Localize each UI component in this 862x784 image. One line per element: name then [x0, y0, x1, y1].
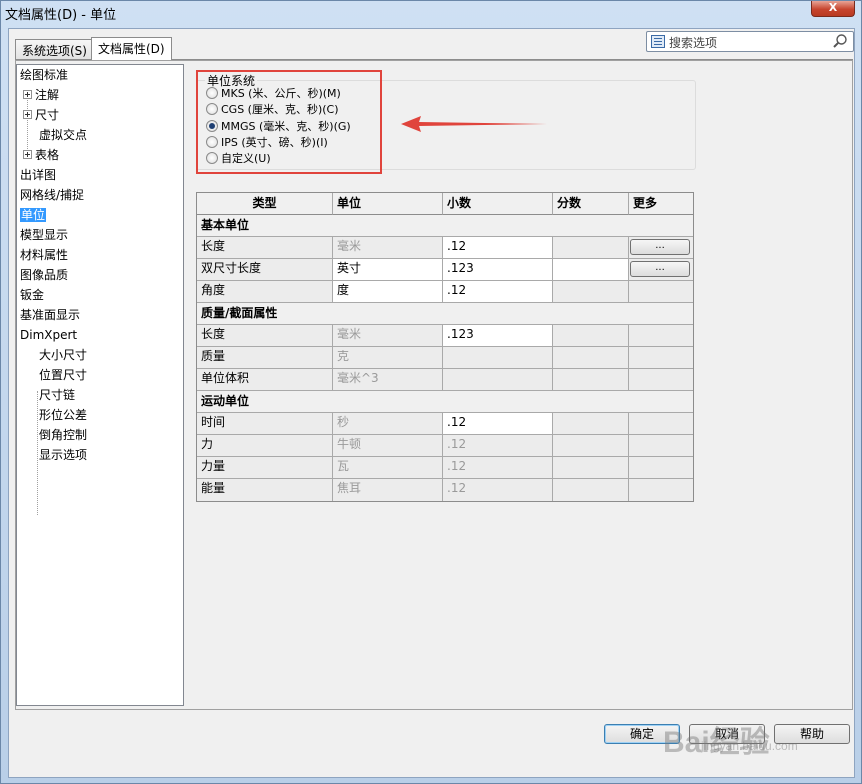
search-box[interactable]: 搜索选项 — [646, 31, 854, 52]
tree-item-chain-dimension[interactable]: 尺寸链 — [39, 387, 75, 404]
unit-cell: 毫米^3 — [333, 369, 443, 391]
row-type: 单位体积 — [197, 369, 333, 391]
annotation-highlight-box — [196, 70, 382, 174]
tree-line — [37, 391, 38, 515]
expand-icon[interactable] — [23, 110, 32, 119]
dialog-client: 系统选项(S) 文档属性(D) 搜索选项 绘图标准 注解 尺寸 虚拟交点 表格 … — [8, 28, 855, 778]
decimal-cell[interactable]: .12 — [443, 413, 553, 435]
row-type: 双尺寸长度 — [197, 259, 333, 281]
unit-cell: 克 — [333, 347, 443, 369]
decimal-cell: .12 — [443, 479, 553, 501]
fraction-cell — [553, 413, 629, 435]
row-type: 能量 — [197, 479, 333, 501]
window-title: 文档属性(D) - 单位 — [5, 8, 117, 23]
decimal-cell: .12 — [443, 457, 553, 479]
tree-item-material-properties[interactable]: 材料属性 — [20, 247, 68, 264]
baidu-watermark: Bai经验 jingyan.baidu.com — [663, 726, 798, 759]
tree-item-plane-display[interactable]: 基准面显示 — [20, 307, 80, 324]
unit-cell[interactable]: 英寸 — [333, 259, 443, 281]
tree-item-dimensions[interactable]: 尺寸 — [23, 107, 59, 124]
unit-cell[interactable]: 度 — [333, 281, 443, 303]
fraction-cell — [553, 347, 629, 369]
fraction-cell — [553, 369, 629, 391]
tree-item-model-display[interactable]: 模型显示 — [20, 227, 68, 244]
row-type: 长度 — [197, 237, 333, 259]
decimal-cell — [443, 369, 553, 391]
options-tree[interactable]: 绘图标准 注解 尺寸 虚拟交点 表格 出详图 网格线/捕捉 单位 模型显示 材料… — [16, 64, 184, 706]
section-basic-units: 基本单位 — [197, 215, 693, 237]
decimal-cell[interactable]: .12 — [443, 237, 553, 259]
section-mass-section-properties: 质量/截面属性 — [197, 303, 693, 325]
annotation-arrow-icon — [401, 116, 547, 132]
fraction-cell — [553, 435, 629, 457]
fraction-cell[interactable] — [553, 259, 629, 281]
unit-cell: 瓦 — [333, 457, 443, 479]
unit-cell: 毫米 — [333, 325, 443, 347]
tree-item-tables[interactable]: 表格 — [23, 147, 59, 164]
search-input[interactable]: 搜索选项 — [669, 34, 717, 51]
unit-cell: 焦耳 — [333, 479, 443, 501]
decimal-cell: .12 — [443, 435, 553, 457]
fraction-cell — [553, 457, 629, 479]
tree-item-size-dimension[interactable]: 大小尺寸 — [39, 347, 87, 364]
tree-item-geometric-tolerance[interactable]: 形位公差 — [39, 407, 87, 424]
tab-document-properties[interactable]: 文档属性(D) — [91, 37, 172, 60]
column-header-type: 类型 — [197, 193, 333, 215]
row-type: 时间 — [197, 413, 333, 435]
more-button[interactable]: ... — [630, 261, 690, 277]
tree-item-annotations[interactable]: 注解 — [23, 87, 59, 104]
tree-item-location-dimension[interactable]: 位置尺寸 — [39, 367, 87, 384]
more-cell — [629, 479, 693, 501]
more-cell — [629, 369, 693, 391]
unit-cell: 牛顿 — [333, 435, 443, 457]
more-cell — [629, 325, 693, 347]
tree-item-grid-snap[interactable]: 网格线/捕捉 — [20, 187, 84, 204]
close-button[interactable]: X — [811, 1, 855, 17]
units-table: 类型 单位 小数 分数 更多 基本单位 长度 毫米 .12 ... 双尺寸长度 … — [196, 192, 694, 502]
more-cell — [629, 347, 693, 369]
row-type: 角度 — [197, 281, 333, 303]
dialog-window: 文档属性(D) - 单位 X 系统选项(S) 文档属性(D) 搜索选项 绘图标准… — [0, 0, 862, 784]
decimal-cell[interactable]: .123 — [443, 259, 553, 281]
decimal-cell — [443, 347, 553, 369]
tree-item-virtual-sharps[interactable]: 虚拟交点 — [39, 127, 87, 144]
column-header-decimal: 小数 — [443, 193, 553, 215]
title-bar[interactable]: 文档属性(D) - 单位 X — [1, 1, 861, 23]
tree-item-detailing[interactable]: 出详图 — [20, 167, 56, 184]
row-type: 力量 — [197, 457, 333, 479]
row-type: 力 — [197, 435, 333, 457]
unit-cell: 秒 — [333, 413, 443, 435]
tree-item-sheet-metal[interactable]: 钣金 — [20, 287, 44, 304]
tree-item-display-options[interactable]: 显示选项 — [39, 447, 87, 464]
column-header-more: 更多 — [629, 193, 693, 215]
more-cell — [629, 435, 693, 457]
expand-icon[interactable] — [23, 150, 32, 159]
column-header-fraction: 分数 — [553, 193, 629, 215]
more-cell — [629, 457, 693, 479]
decimal-cell[interactable]: .123 — [443, 325, 553, 347]
more-button[interactable]: ... — [630, 239, 690, 255]
tree-item-image-quality[interactable]: 图像品质 — [20, 267, 68, 284]
row-type: 长度 — [197, 325, 333, 347]
fraction-cell — [553, 281, 629, 303]
decimal-cell[interactable]: .12 — [443, 281, 553, 303]
fraction-cell — [553, 325, 629, 347]
section-motion-units: 运动单位 — [197, 391, 693, 413]
tree-item-units[interactable]: 单位 — [20, 207, 47, 224]
tree-item-drafting-standard[interactable]: 绘图标准 — [20, 67, 68, 84]
unit-cell: 毫米 — [333, 237, 443, 259]
more-cell — [629, 413, 693, 435]
search-icon[interactable] — [832, 33, 848, 49]
fraction-cell — [553, 237, 629, 259]
expand-icon[interactable] — [23, 90, 32, 99]
tab-system-options[interactable]: 系统选项(S) — [15, 39, 94, 59]
tree-item-chamfer-controls[interactable]: 倒角控制 — [39, 427, 87, 444]
row-type: 质量 — [197, 347, 333, 369]
filter-icon — [651, 35, 665, 48]
more-cell — [629, 281, 693, 303]
fraction-cell — [553, 479, 629, 501]
column-header-unit: 单位 — [333, 193, 443, 215]
tree-item-dimxpert[interactable]: DimXpert — [20, 327, 77, 344]
